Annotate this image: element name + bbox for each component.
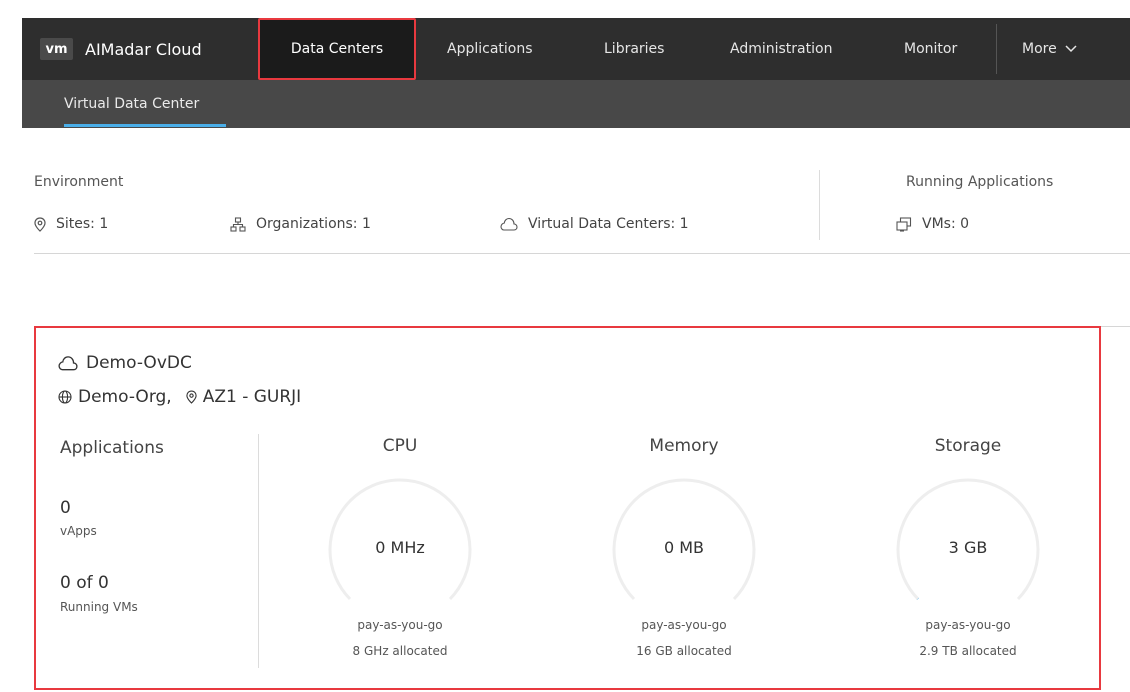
vdc-card[interactable]: Demo-OvDC Demo-Org, AZ1 - GURJI Applicat… bbox=[34, 326, 1101, 690]
vdc-name: Demo-OvDC bbox=[86, 353, 192, 373]
sites-stat[interactable]: Sites: 1 bbox=[34, 216, 108, 232]
vapps-count: 0 bbox=[60, 498, 71, 518]
cpu-value: 0 MHz bbox=[375, 538, 425, 557]
vapps-label: vApps bbox=[60, 524, 97, 538]
nav-more-label: More bbox=[1022, 41, 1057, 57]
applications-title: Applications bbox=[60, 438, 164, 458]
chevron-down-icon bbox=[1065, 45, 1077, 53]
running-applications-title: Running Applications bbox=[906, 174, 1054, 190]
vm-logo-icon: vm bbox=[40, 38, 73, 60]
memory-allocated: 16 GB allocated bbox=[636, 644, 732, 658]
vms-label: VMs: 0 bbox=[922, 216, 970, 232]
nav-libraries-label: Libraries bbox=[604, 41, 665, 57]
memory-metric: Memory 0 MB pay-as-you-go 16 GB allocate… bbox=[584, 436, 784, 658]
nav-applications[interactable]: Applications bbox=[447, 18, 533, 80]
vdcs-label: Virtual Data Centers: 1 bbox=[528, 216, 689, 232]
environment-summary: Environment Sites: 1 Organizations: 1 Vi… bbox=[22, 128, 1130, 258]
memory-gauge: 0 MB bbox=[584, 464, 784, 614]
main-navbar: vm AIMadar Cloud Data Centers Applicatio… bbox=[22, 18, 1130, 80]
nav-administration-label: Administration bbox=[730, 41, 833, 57]
environment-title: Environment bbox=[34, 174, 124, 190]
nav-monitor[interactable]: Monitor bbox=[904, 18, 957, 80]
vdc-org: Demo-Org, bbox=[78, 387, 172, 407]
cpu-gauge: 0 MHz bbox=[300, 464, 500, 614]
nav-libraries[interactable]: Libraries bbox=[604, 18, 664, 80]
nav-administration[interactable]: Administration bbox=[730, 18, 832, 80]
brand[interactable]: vm AIMadar Cloud bbox=[40, 38, 202, 60]
nav-applications-label: Applications bbox=[447, 41, 533, 57]
memory-value: 0 MB bbox=[663, 538, 705, 557]
running-vms-count: 0 of 0 bbox=[60, 573, 109, 593]
tab-virtual-data-center-label: Virtual Data Center bbox=[64, 96, 200, 112]
environment-separator bbox=[34, 253, 1130, 254]
vdc-meta: Demo-Org, AZ1 - GURJI bbox=[58, 387, 301, 407]
cpu-allocated: 8 GHz allocated bbox=[352, 644, 448, 658]
tab-virtual-data-center[interactable]: Virtual Data Center bbox=[64, 80, 199, 128]
storage-value: 3 GB bbox=[948, 538, 988, 557]
app-name: AIMadar Cloud bbox=[85, 39, 202, 59]
location-pin-icon bbox=[34, 216, 46, 232]
storage-allocated: 2.9 TB allocated bbox=[919, 644, 1017, 658]
highlight-box-nav bbox=[258, 18, 416, 80]
sub-navbar: Virtual Data Center bbox=[22, 80, 1130, 128]
cpu-metric: CPU 0 MHz pay-as-you-go 8 GHz allocated bbox=[300, 436, 500, 658]
nav-separator bbox=[996, 24, 997, 74]
environment-divider bbox=[819, 170, 820, 240]
location-pin-icon bbox=[186, 390, 197, 404]
storage-gauge: 3 GB bbox=[868, 464, 1068, 614]
organizations-label: Organizations: 1 bbox=[256, 216, 371, 232]
vms-stat[interactable]: VMs: 0 bbox=[896, 216, 969, 232]
memory-title: Memory bbox=[649, 436, 719, 456]
vm-icon bbox=[896, 216, 912, 232]
active-tab-indicator bbox=[64, 124, 226, 127]
header: vm AIMadar Cloud Data Centers Applicatio… bbox=[0, 0, 1130, 128]
cpu-model: pay-as-you-go bbox=[357, 618, 443, 632]
nav-monitor-label: Monitor bbox=[904, 41, 958, 57]
vdcs-stat[interactable]: Virtual Data Centers: 1 bbox=[500, 216, 689, 232]
vdc-title[interactable]: Demo-OvDC bbox=[58, 353, 192, 373]
cloud-icon bbox=[500, 217, 518, 231]
memory-model: pay-as-you-go bbox=[641, 618, 727, 632]
card-border-extension bbox=[1101, 326, 1130, 327]
sites-label: Sites: 1 bbox=[56, 216, 109, 232]
globe-icon bbox=[58, 390, 72, 404]
vdc-site: AZ1 - GURJI bbox=[202, 387, 302, 407]
organization-tree-icon bbox=[230, 216, 246, 232]
storage-model: pay-as-you-go bbox=[925, 618, 1011, 632]
organizations-stat[interactable]: Organizations: 1 bbox=[230, 216, 371, 232]
nav-more[interactable]: More bbox=[1022, 18, 1077, 80]
cloud-icon bbox=[58, 356, 78, 371]
running-vms-label: Running VMs bbox=[60, 600, 138, 614]
applications-divider bbox=[258, 434, 259, 668]
storage-metric: Storage 3 GB pay-as-you-go 2.9 TB alloca… bbox=[868, 436, 1068, 658]
cpu-title: CPU bbox=[382, 436, 418, 456]
storage-title: Storage bbox=[934, 436, 1002, 456]
